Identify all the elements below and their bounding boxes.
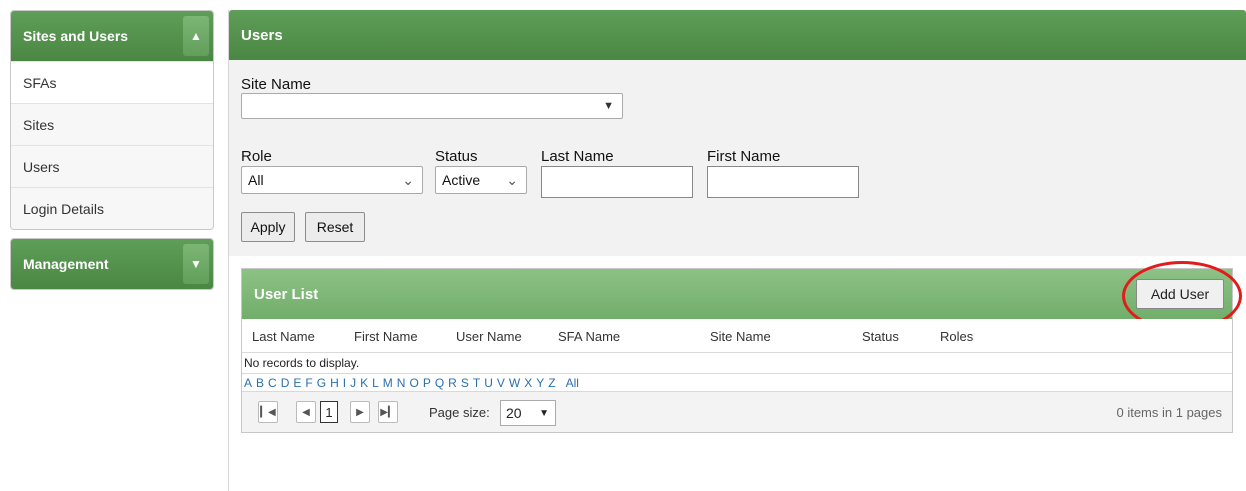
pager: ▎◀ ◀ 1 ▶ ▶▎ Page size: 20 ▼ 0 items in 1… bbox=[242, 392, 1232, 432]
letter-filter-link[interactable]: M bbox=[383, 376, 393, 390]
chevron-down-icon[interactable]: ▼ bbox=[183, 244, 209, 284]
column-header-sfa-name[interactable]: SFA Name bbox=[558, 329, 620, 344]
page-size-select[interactable]: 20 ▼ bbox=[500, 400, 556, 426]
letter-filter-link[interactable]: L bbox=[372, 376, 379, 390]
letter-filter-link[interactable]: Q bbox=[435, 376, 444, 390]
letter-filter-link[interactable]: All bbox=[566, 376, 579, 390]
letter-filter-link[interactable]: W bbox=[509, 376, 520, 390]
letter-filter-link[interactable]: C bbox=[268, 376, 277, 390]
management-header[interactable]: Management ▼ bbox=[11, 239, 213, 289]
current-page[interactable]: 1 bbox=[320, 401, 338, 423]
column-header-site-name[interactable]: Site Name bbox=[710, 329, 771, 344]
letter-filter-link[interactable]: I bbox=[343, 376, 346, 390]
letter-filter-link[interactable]: T bbox=[473, 376, 480, 390]
role-value: All bbox=[248, 172, 264, 188]
first-name-label: First Name bbox=[707, 148, 781, 165]
column-header-roles[interactable]: Roles bbox=[940, 329, 973, 344]
column-header-first-name[interactable]: First Name bbox=[354, 329, 418, 344]
column-header-last-name[interactable]: Last Name bbox=[252, 329, 315, 344]
next-page-icon[interactable]: ▶ bbox=[350, 401, 370, 423]
letter-filter-link[interactable]: K bbox=[360, 376, 368, 390]
sites-and-users-header[interactable]: Sites and Users ▲ bbox=[11, 11, 213, 61]
letter-filter-link[interactable]: O bbox=[409, 376, 418, 390]
chevron-down-icon: ⌄ bbox=[402, 171, 414, 188]
letter-filter-link[interactable]: V bbox=[497, 376, 505, 390]
user-list-panel: User List Add User Last Name First Name … bbox=[241, 261, 1242, 433]
letter-filter-link[interactable]: Z bbox=[548, 376, 555, 390]
table-header: Last Name First Name User Name SFA Name … bbox=[242, 319, 1232, 353]
user-list-title: User List bbox=[254, 285, 319, 303]
site-name-select[interactable]: ▼ bbox=[241, 93, 623, 119]
last-page-icon[interactable]: ▶▎ bbox=[378, 401, 398, 423]
sidebar-item-label: Sites bbox=[23, 116, 55, 133]
letter-filter-link[interactable]: J bbox=[350, 376, 356, 390]
role-label: Role bbox=[241, 148, 272, 165]
letter-filter-link[interactable]: U bbox=[484, 376, 493, 390]
letter-filter-link[interactable]: R bbox=[448, 376, 457, 390]
page-title: Users bbox=[229, 10, 1246, 60]
apply-button[interactable]: Apply bbox=[241, 212, 295, 242]
letter-filter-link[interactable]: G bbox=[317, 376, 326, 390]
letter-filter-link[interactable]: X bbox=[524, 376, 532, 390]
sites-and-users-title: Sites and Users bbox=[23, 28, 129, 44]
dropdown-arrow-icon: ▼ bbox=[539, 407, 549, 419]
letter-filter-link[interactable]: S bbox=[461, 376, 469, 390]
site-name-label: Site Name bbox=[241, 76, 312, 93]
filter-panel: Site Name ▼ Role All ⌄ Status Active ⌄ L… bbox=[229, 60, 1246, 256]
management-panel: Management ▼ bbox=[10, 238, 214, 290]
page-size-value: 20 bbox=[506, 405, 522, 421]
sidebar-item-users[interactable]: Users bbox=[11, 145, 213, 187]
chevron-up-icon[interactable]: ▲ bbox=[183, 16, 209, 56]
status-select[interactable]: Active ⌄ bbox=[435, 166, 527, 194]
pager-info: 0 items in 1 pages bbox=[1116, 405, 1222, 420]
sidebar-item-login-details[interactable]: Login Details bbox=[11, 187, 213, 229]
reset-button[interactable]: Reset bbox=[305, 212, 365, 242]
sidebar-item-sfas[interactable]: SFAs bbox=[11, 61, 213, 103]
main-content: Users Site Name ▼ Role All ⌄ Status Acti… bbox=[228, 10, 1246, 491]
chevron-down-icon: ⌄ bbox=[506, 171, 518, 188]
first-page-icon[interactable]: ▎◀ bbox=[258, 401, 278, 423]
sidebar-item-label: Users bbox=[23, 158, 60, 175]
letter-filter-link[interactable]: P bbox=[423, 376, 431, 390]
letter-filter-link[interactable]: B bbox=[256, 376, 264, 390]
status-value: Active bbox=[442, 172, 481, 188]
dropdown-arrow-icon: ▼ bbox=[603, 100, 614, 112]
sidebar-item-sites[interactable]: Sites bbox=[11, 103, 213, 145]
last-name-input[interactable] bbox=[541, 166, 693, 198]
role-select[interactable]: All ⌄ bbox=[241, 166, 423, 194]
letter-filter-link[interactable]: N bbox=[397, 376, 406, 390]
column-header-user-name[interactable]: User Name bbox=[456, 329, 522, 344]
letter-filter-bar: A B C D E F G H I J K L M N O P Q R S T U V W X Y Z All bbox=[242, 374, 1232, 392]
sidebar-item-label: Login Details bbox=[23, 200, 104, 217]
sites-and-users-panel: Sites and Users ▲ SFAs Sites Users Login… bbox=[10, 10, 214, 230]
management-title: Management bbox=[23, 256, 109, 272]
status-label: Status bbox=[435, 148, 478, 165]
letter-filter-link[interactable]: A bbox=[244, 376, 252, 390]
column-header-status[interactable]: Status bbox=[862, 329, 899, 344]
empty-message: No records to display. bbox=[242, 353, 1232, 374]
first-name-input[interactable] bbox=[707, 166, 859, 198]
page-size-label: Page size: bbox=[429, 405, 490, 420]
last-name-label: Last Name bbox=[541, 148, 614, 165]
letter-filter-link[interactable]: D bbox=[281, 376, 290, 390]
letter-filter-link[interactable]: Y bbox=[536, 376, 544, 390]
user-list-header: User List Add User bbox=[242, 261, 1242, 331]
letter-filter-link[interactable]: H bbox=[330, 376, 339, 390]
prev-page-icon[interactable]: ◀ bbox=[296, 401, 316, 423]
letter-filter-link[interactable]: F bbox=[305, 376, 312, 390]
sidebar-item-label: SFAs bbox=[23, 74, 57, 91]
sidebar: Sites and Users ▲ SFAs Sites Users Login… bbox=[10, 10, 214, 298]
letter-filter-link[interactable]: E bbox=[293, 376, 301, 390]
